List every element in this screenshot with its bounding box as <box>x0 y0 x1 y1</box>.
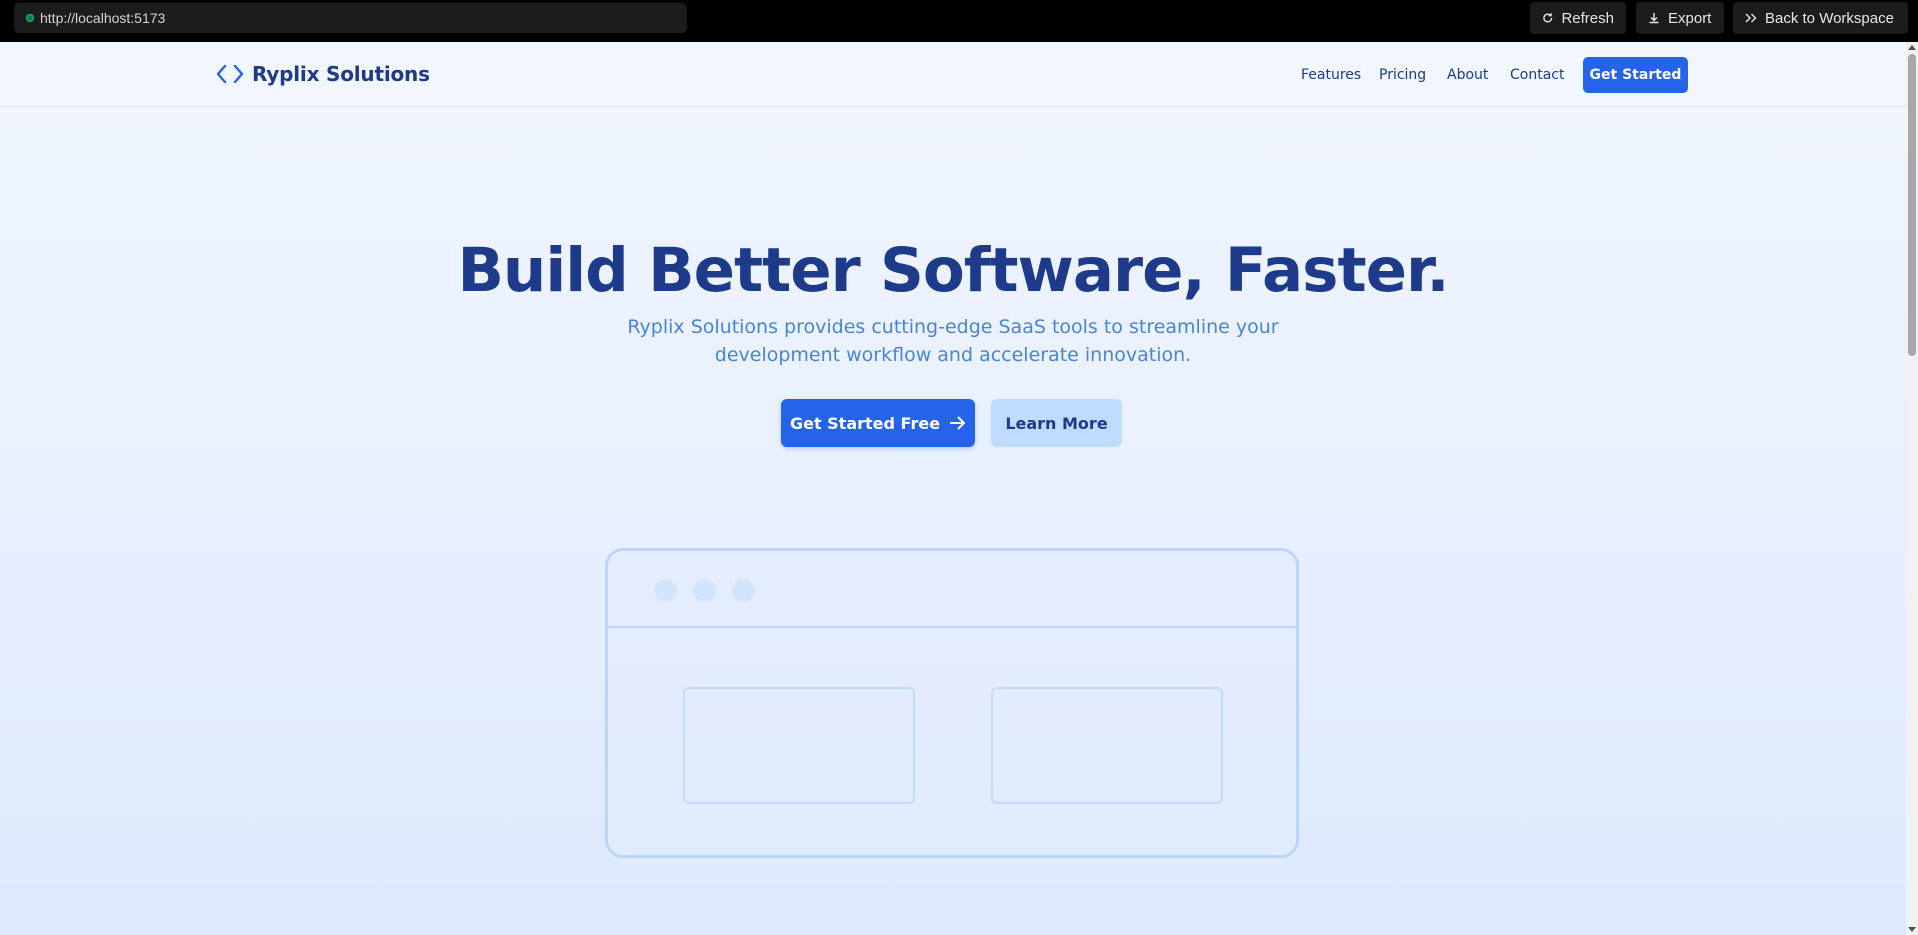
site-header: Ryplix Solutions Features Pricing About … <box>0 42 1906 107</box>
app-window-illustration <box>605 548 1299 858</box>
window-dot <box>654 579 677 602</box>
code-brackets-icon <box>216 64 244 84</box>
get-started-nav-button[interactable]: Get Started <box>1583 57 1688 93</box>
browser-toolbar: http://localhost:5173 Refresh Export Bac… <box>0 0 1918 42</box>
refresh-icon <box>1543 13 1553 23</box>
nav-link-about[interactable]: About <box>1447 67 1488 83</box>
illustration-panel <box>683 687 915 804</box>
hero-subtitle: Ryplix Solutions provides cutting-edge S… <box>627 316 1279 366</box>
nav-link-features[interactable]: Features <box>1301 67 1361 83</box>
export-label: Export <box>1668 9 1712 27</box>
nav-link-pricing[interactable]: Pricing <box>1379 67 1426 83</box>
scroll-down-arrow-icon[interactable] <box>1908 927 1916 932</box>
back-to-workspace-button[interactable]: Back to Workspace <box>1733 2 1908 34</box>
vertical-scrollbar[interactable] <box>1906 42 1918 935</box>
scroll-up-arrow-icon[interactable] <box>1908 45 1916 50</box>
get-started-free-button[interactable]: Get Started Free <box>781 399 975 447</box>
illustration-title-bar <box>608 551 1296 628</box>
back-label: Back to Workspace <box>1765 9 1894 27</box>
double-chevron-icon <box>1745 13 1757 23</box>
brand-name: Ryplix Solutions <box>252 62 430 86</box>
window-dot <box>732 579 755 602</box>
refresh-label: Refresh <box>1561 9 1614 27</box>
illustration-panel <box>991 687 1223 804</box>
page-viewport: Ryplix Solutions Features Pricing About … <box>0 42 1906 935</box>
connection-status-icon <box>26 14 34 22</box>
hero-title: Build Better Software, Faster. <box>457 235 1449 306</box>
refresh-button[interactable]: Refresh <box>1530 2 1626 34</box>
nav-link-contact[interactable]: Contact <box>1510 67 1564 83</box>
download-icon <box>1649 13 1659 24</box>
learn-more-button[interactable]: Learn More <box>991 399 1122 447</box>
get-started-free-label: Get Started Free <box>789 413 941 433</box>
url-text: http://localhost:5173 <box>40 10 166 26</box>
window-dot <box>693 579 716 602</box>
scrollbar-thumb[interactable] <box>1908 54 1916 356</box>
arrow-right-icon <box>950 416 966 430</box>
export-button[interactable]: Export <box>1636 2 1724 34</box>
address-bar[interactable]: http://localhost:5173 <box>14 3 687 33</box>
brand-logo[interactable]: Ryplix Solutions <box>216 62 430 86</box>
